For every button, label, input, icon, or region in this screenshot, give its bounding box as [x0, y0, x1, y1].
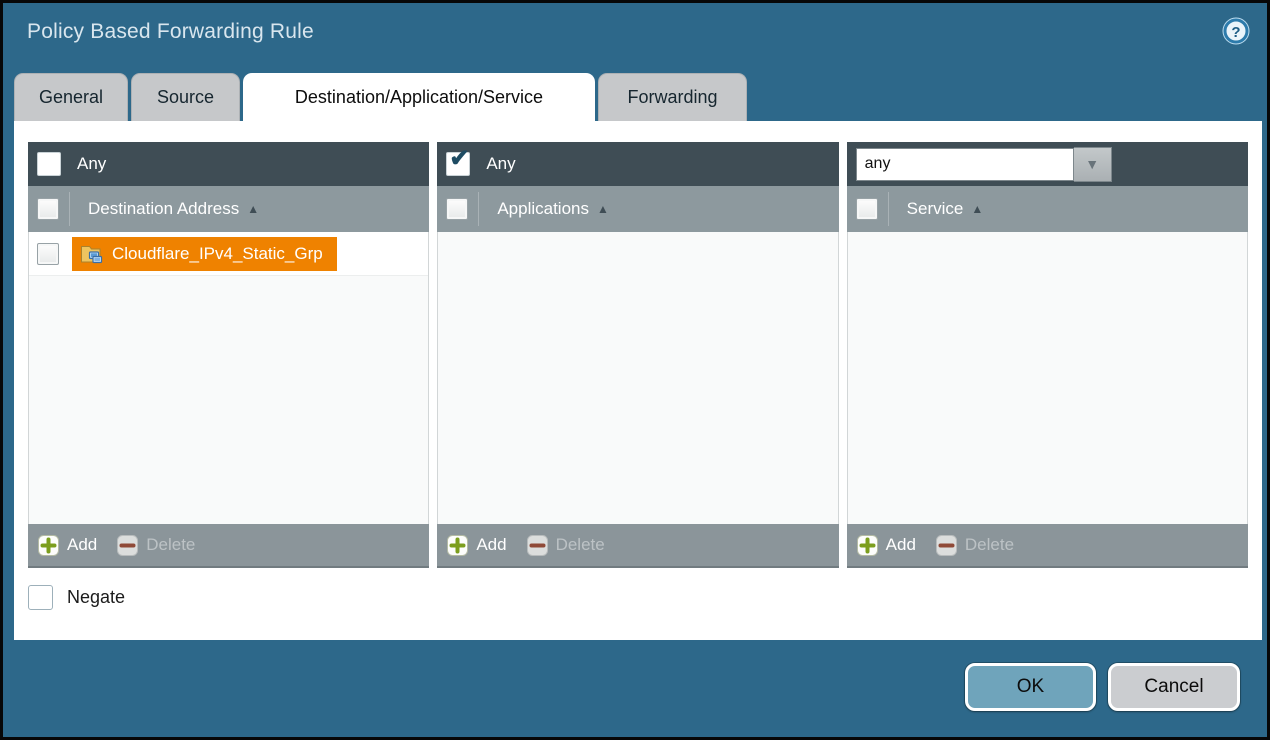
service-header-label[interactable]: Service: [907, 199, 964, 219]
header-divider: [888, 192, 889, 226]
address-group-name: Cloudflare_IPv4_Static_Grp: [112, 244, 323, 264]
destination-select-all-checkbox[interactable]: [37, 198, 59, 220]
applications-list: [437, 232, 838, 524]
service-add-button[interactable]: Add: [857, 535, 916, 556]
plus-icon: [447, 535, 468, 556]
applications-header-label[interactable]: Applications: [497, 199, 589, 219]
question-mark-glyph: ?: [1231, 24, 1240, 41]
destination-address-column: Any Destination Address ▲: [28, 142, 429, 568]
sort-asc-icon[interactable]: ▲: [597, 202, 609, 216]
ok-button[interactable]: OK: [965, 663, 1096, 711]
destination-footer: Add Delete: [28, 524, 429, 568]
applications-select-all-checkbox[interactable]: [446, 198, 468, 220]
tab-label: Forwarding: [627, 87, 717, 108]
tab-label: Destination/Application/Service: [295, 87, 543, 108]
applications-footer: Add Delete: [437, 524, 838, 568]
add-label: Add: [886, 535, 916, 555]
tab-bar: General Source Destination/Application/S…: [14, 73, 747, 121]
chevron-down-icon: ▼: [1085, 156, 1099, 172]
tab-destination-application-service[interactable]: Destination/Application/Service: [243, 73, 595, 121]
applications-column-header: Applications ▲: [437, 186, 838, 232]
delete-label: Delete: [146, 535, 195, 555]
header-divider: [478, 192, 479, 226]
negate-option: Negate: [28, 585, 125, 610]
row-checkbox[interactable]: [37, 243, 59, 265]
applications-any-label: Any: [486, 154, 515, 174]
check-icon: ✔: [449, 147, 469, 171]
dialog-action-buttons: OK Cancel: [965, 663, 1240, 711]
negate-checkbox[interactable]: [28, 585, 53, 610]
applications-delete-button[interactable]: Delete: [527, 535, 605, 556]
negate-label: Negate: [67, 587, 125, 608]
minus-icon: [527, 535, 548, 556]
sort-asc-icon[interactable]: ▲: [971, 202, 983, 216]
header-divider: [69, 192, 70, 226]
service-list: [847, 232, 1248, 524]
add-label: Add: [476, 535, 506, 555]
dialog-title: Policy Based Forwarding Rule: [27, 20, 314, 44]
service-select-all-checkbox[interactable]: [856, 198, 878, 220]
delete-label: Delete: [965, 535, 1014, 555]
tab-general[interactable]: General: [14, 73, 128, 121]
destination-add-button[interactable]: Add: [38, 535, 97, 556]
applications-column: ✔ Any Applications ▲: [437, 142, 838, 568]
destination-any-label: Any: [77, 154, 106, 174]
add-label: Add: [67, 535, 97, 555]
service-column: ▼ Service ▲: [847, 142, 1248, 568]
destination-header-label[interactable]: Destination Address: [88, 199, 239, 219]
minus-icon: [936, 535, 957, 556]
destination-any-bar: Any: [28, 142, 429, 186]
policy-forwarding-dialog: Policy Based Forwarding Rule ? General S…: [0, 0, 1270, 740]
service-dropdown: ▼: [856, 147, 1112, 182]
list-item[interactable]: Cloudflare_IPv4_Static_Grp: [29, 232, 428, 276]
destination-list: Cloudflare_IPv4_Static_Grp: [28, 232, 429, 524]
address-group-icon: [80, 244, 103, 264]
tab-label: General: [39, 87, 103, 108]
cancel-button[interactable]: Cancel: [1108, 663, 1240, 711]
tab-content-panel: Any Destination Address ▲: [14, 121, 1262, 640]
delete-label: Delete: [556, 535, 605, 555]
service-any-bar: ▼: [847, 142, 1248, 186]
service-footer: Add Delete: [847, 524, 1248, 568]
tab-label: Source: [157, 87, 214, 108]
plus-icon: [857, 535, 878, 556]
destination-any-checkbox[interactable]: [37, 152, 61, 176]
service-dropdown-input[interactable]: [856, 148, 1074, 181]
destination-column-header: Destination Address ▲: [28, 186, 429, 232]
service-dropdown-button[interactable]: ▼: [1074, 147, 1112, 182]
selected-address-group[interactable]: Cloudflare_IPv4_Static_Grp: [72, 237, 337, 271]
minus-icon: [117, 535, 138, 556]
service-column-header: Service ▲: [847, 186, 1248, 232]
service-delete-button[interactable]: Delete: [936, 535, 1014, 556]
plus-icon: [38, 535, 59, 556]
applications-add-button[interactable]: Add: [447, 535, 506, 556]
destination-delete-button[interactable]: Delete: [117, 535, 195, 556]
applications-any-checkbox[interactable]: ✔: [446, 152, 470, 176]
tab-source[interactable]: Source: [131, 73, 240, 121]
tab-forwarding[interactable]: Forwarding: [598, 73, 747, 121]
applications-any-bar: ✔ Any: [437, 142, 838, 186]
help-icon[interactable]: ?: [1221, 16, 1251, 46]
sort-asc-icon[interactable]: ▲: [247, 202, 259, 216]
